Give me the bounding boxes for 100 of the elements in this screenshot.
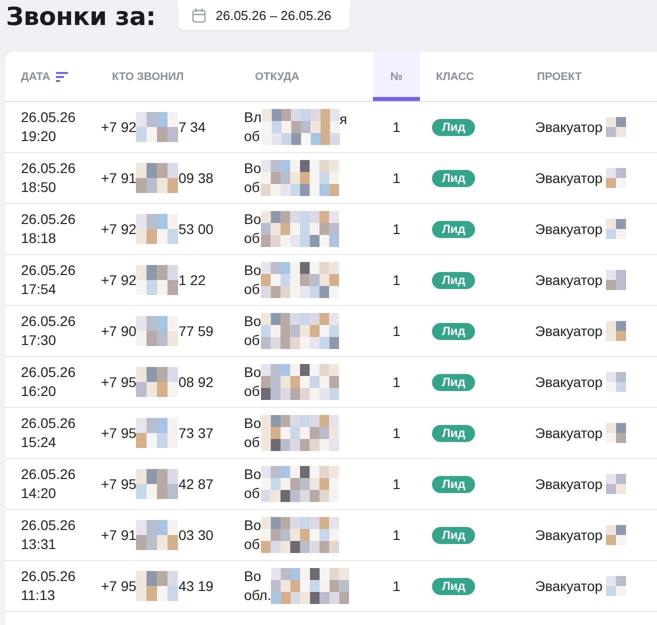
phone-end: 03 30	[178, 527, 214, 543]
column-header[interactable]: ПРОЕКТ	[521, 52, 657, 101]
project-name: Эвакуатор	[535, 323, 603, 339]
column-header[interactable]: КЛАСС	[420, 52, 521, 101]
redaction-mosaic	[606, 423, 626, 443]
redaction-mosaic	[136, 469, 178, 499]
column-header[interactable]: №	[373, 52, 420, 101]
origin-text: Во об	[244, 210, 262, 248]
phone-end: 7 34	[178, 119, 206, 135]
origin-text: Вл об	[244, 108, 262, 146]
redaction-mosaic	[136, 571, 178, 601]
origin-text: Во об	[244, 414, 262, 452]
page-title: Звонки за:	[6, 2, 156, 31]
project-name: Эвакуатор	[535, 221, 603, 237]
redaction-mosaic	[136, 520, 178, 550]
origin-tail: я	[340, 111, 348, 127]
call-number: 1	[392, 170, 400, 186]
date-time: 26.05.26 18:18	[21, 210, 76, 248]
call-number: 1	[392, 119, 400, 135]
class-tag: Лид	[432, 424, 476, 442]
redaction-mosaic	[606, 525, 626, 545]
call-number: 1	[392, 272, 400, 288]
phone-end: 1 22	[178, 272, 206, 288]
redaction-mosaic	[136, 214, 178, 244]
redaction-mosaic	[606, 219, 626, 239]
class-tag: Лид	[432, 578, 476, 594]
call-number: 1	[392, 221, 400, 237]
class-tag: Лид	[432, 322, 476, 340]
call-number: 1	[392, 323, 400, 339]
call-number: 1	[392, 476, 400, 492]
redaction-mosaic	[606, 474, 626, 494]
calendar-icon	[192, 8, 206, 22]
project-name: Эвакуатор	[535, 476, 603, 492]
column-header[interactable]: ДАТА	[5, 52, 96, 101]
sort-icon	[56, 72, 68, 82]
origin-text: Во об	[244, 465, 262, 503]
redaction-mosaic	[606, 270, 626, 290]
redaction-mosaic	[136, 265, 178, 295]
phone-start: +7 92	[101, 272, 136, 288]
date-time: 26.05.26 15:24	[21, 414, 76, 452]
project-name: Эвакуатор	[535, 272, 603, 288]
call-number: 1	[392, 425, 400, 441]
phone-end: 08 92	[178, 374, 214, 390]
call-number: 1	[392, 527, 400, 543]
phone-start: +7 95	[101, 476, 136, 492]
origin-text: Во об	[244, 363, 262, 401]
date-time: 26.05.26 17:30	[21, 312, 76, 350]
redaction-mosaic	[136, 163, 178, 193]
class-tag: Лид	[432, 170, 476, 186]
date-range-button[interactable]: 26.05.26 – 26.05.26	[178, 0, 350, 30]
phone-end: 53 00	[178, 221, 214, 237]
call-number: 1	[392, 578, 400, 594]
origin-text: Во об	[244, 516, 262, 554]
project-name: Эвакуатор	[535, 119, 603, 135]
class-tag: Лид	[432, 374, 476, 390]
date-time: 26.05.26 14:20	[21, 465, 76, 503]
redaction-mosaic	[606, 321, 626, 341]
project-name: Эвакуатор	[535, 578, 603, 594]
class-tag: Лид	[432, 272, 476, 288]
date-time: 26.05.26 16:20	[21, 363, 76, 401]
class-tag: Лид	[432, 118, 476, 136]
redaction-mosaic	[136, 418, 178, 448]
phone-start: +7 91	[101, 527, 136, 543]
origin-text: Во обл.	[244, 567, 272, 605]
phone-end: 09 38	[178, 170, 214, 186]
redaction-mosaic	[606, 372, 626, 392]
redaction-mosaic	[606, 117, 626, 137]
phone-start: +7 92	[101, 119, 136, 135]
project-name: Эвакуатор	[535, 170, 603, 186]
origin-text: Во об	[244, 261, 262, 299]
phone-start: +7 92	[101, 221, 136, 237]
redaction-mosaic	[136, 367, 178, 397]
origin-text: Во об	[244, 312, 262, 350]
phone-end: 43 19	[178, 578, 214, 594]
project-name: Эвакуатор	[535, 425, 603, 441]
project-name: Эвакуатор	[535, 527, 603, 543]
phone-start: +7 95	[101, 578, 136, 594]
call-number: 1	[392, 374, 400, 390]
origin-text: Во об	[244, 159, 262, 197]
phone-end: 73 37	[178, 425, 214, 441]
phone-start: +7 95	[101, 425, 136, 441]
project-name: Эвакуатор	[535, 374, 603, 390]
date-time: 26.05.26 19:20	[21, 108, 76, 146]
phone-start: +7 91	[101, 170, 136, 186]
class-tag: Лид	[432, 526, 476, 544]
redaction-mosaic	[606, 168, 626, 188]
phone-end: 42 87	[178, 476, 214, 492]
date-time: 26.05.26 13:31	[21, 516, 76, 554]
column-header[interactable]: ОТКУДА	[239, 52, 373, 101]
phone-end: 77 59	[178, 323, 214, 339]
date-time: 26.05.26 17:54	[21, 261, 76, 299]
class-tag: Лид	[432, 476, 476, 492]
date-time: 26.05.26 18:50	[21, 159, 76, 197]
column-header[interactable]: КТО ЗВОНИЛ	[96, 52, 239, 101]
class-tag: Лид	[432, 220, 476, 238]
phone-start: +7 95	[101, 374, 136, 390]
date-time: 26.05.26 11:13	[21, 567, 76, 605]
redaction-mosaic	[136, 316, 178, 346]
redaction-mosaic	[606, 576, 626, 596]
redaction-mosaic	[136, 112, 178, 142]
